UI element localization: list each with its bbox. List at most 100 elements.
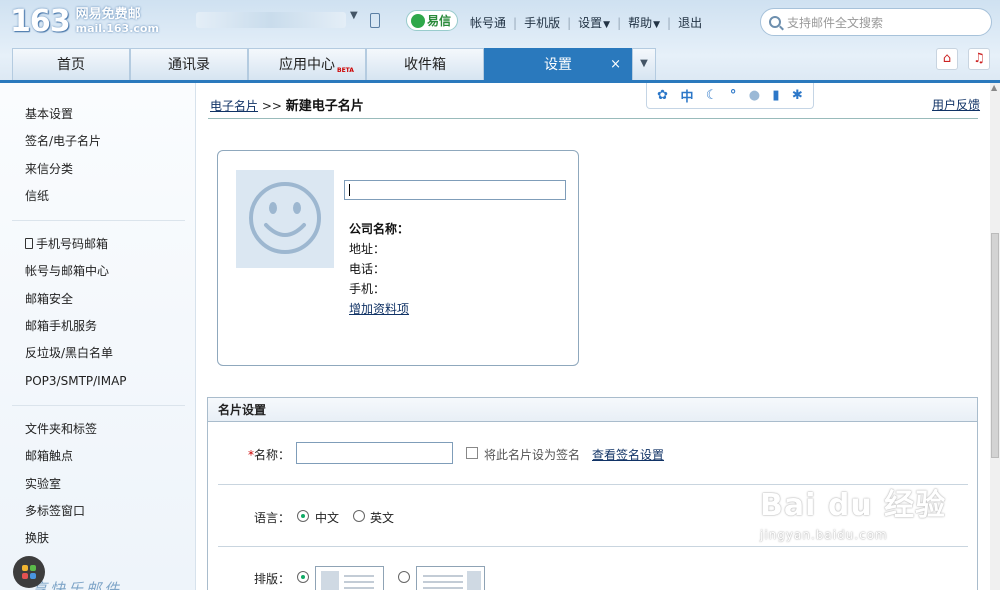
feedback-link[interactable]: 用户反馈 <box>932 96 980 113</box>
sidebar-item-security[interactable]: 邮箱安全 <box>25 286 195 313</box>
punctuation-icon[interactable]: ° <box>730 88 737 103</box>
sidebar-item-folders[interactable]: 文件夹和标签 <box>25 416 195 443</box>
close-icon[interactable]: × <box>610 49 621 81</box>
sidebar-slogan: 享快乐邮件 <box>32 580 123 590</box>
view-signature-settings-link[interactable]: 查看签名设置 <box>592 446 664 463</box>
card-preview: 公司名称： 地址： 电话： 手机： 增加资料项 <box>217 150 579 366</box>
link-logout[interactable]: 退出 <box>678 14 702 31</box>
smiley-icon <box>249 182 321 254</box>
lang-radio-english[interactable] <box>353 510 365 522</box>
lang-toggle[interactable]: 中 <box>680 86 693 105</box>
search-placeholder: 支持邮件全文搜索 <box>787 15 884 30</box>
mobile-label: 手机： <box>349 282 386 296</box>
tab-label: 首页 <box>57 57 85 73</box>
divider <box>12 220 185 222</box>
layout-radio-1[interactable] <box>297 571 309 583</box>
mobile-phone-icon[interactable] <box>370 13 380 28</box>
lang-option-chinese: 中文 <box>315 511 340 525</box>
thumb-line <box>344 581 374 583</box>
sidebar-item-touchpoints[interactable]: 邮箱触点 <box>25 443 195 470</box>
music-icon[interactable]: ♫ <box>968 48 990 70</box>
sidebar-item-basic-settings[interactable]: 基本设置 <box>25 101 195 128</box>
tab-label: 通讯录 <box>168 57 210 73</box>
moon-icon[interactable]: ☾ <box>706 88 718 103</box>
tab-home[interactable]: 首页 <box>12 48 130 80</box>
vertical-scrollbar[interactable]: ▲ <box>990 83 1000 590</box>
chevron-down-icon: ▼ <box>640 58 648 69</box>
reader-icon[interactable]: ⌂ <box>936 48 958 70</box>
sidebar-item-multitab[interactable]: 多标签窗口 <box>25 498 195 525</box>
paw-icon[interactable]: ✿ <box>657 88 668 103</box>
yixin-button[interactable]: 易信 <box>406 10 458 31</box>
thumb-block <box>321 571 339 590</box>
thumb-line <box>423 575 463 577</box>
set-as-signature-checkbox[interactable] <box>466 447 478 459</box>
logo[interactable]: 163 网易免费邮 mail.163.com <box>10 4 159 39</box>
chevron-down-icon: ▼ <box>603 20 611 30</box>
chevron-down-icon[interactable]: ▼ <box>350 10 358 21</box>
mic-icon[interactable]: ▮ <box>772 88 779 103</box>
breadcrumb-link-ecard[interactable]: 电子名片 <box>210 99 258 113</box>
search-icon <box>769 16 781 28</box>
layout-thumb-1[interactable] <box>315 566 384 590</box>
company-label: 公司名称： <box>349 222 410 236</box>
add-field-link[interactable]: 增加资料项 <box>349 302 409 316</box>
divider: | <box>617 15 622 30</box>
sidebar-group-account: 手机号码邮箱 帐号与邮箱中心 邮箱安全 邮箱手机服务 反垃圾/黑白名单 POP3… <box>0 231 195 395</box>
thumb-line <box>344 575 374 577</box>
account-name-blurred[interactable] <box>196 12 346 28</box>
logo-number: 163 <box>10 4 71 39</box>
user-icon[interactable]: ● <box>749 88 760 103</box>
divider: | <box>567 15 572 30</box>
layout-thumb-2[interactable] <box>416 566 485 590</box>
watermark-url: jingyan.baidu.com <box>760 528 888 542</box>
card-name-field[interactable] <box>344 180 566 200</box>
search-input[interactable]: 支持邮件全文搜索 <box>760 8 992 36</box>
settings-sidebar: 基本设置 签名/电子名片 来信分类 信纸 手机号码邮箱 帐号与邮箱中心 邮箱安全… <box>0 83 196 590</box>
sidebar-item-labs[interactable]: 实验室 <box>25 471 195 498</box>
sidebar-item-mail-rules[interactable]: 来信分类 <box>25 156 195 183</box>
tab-more-dropdown[interactable]: ▼ <box>632 48 656 80</box>
sidebar-item-mobile-mailbox[interactable]: 手机号码邮箱 <box>25 231 195 258</box>
divider <box>12 404 185 406</box>
tab-inbox[interactable]: 收件箱 <box>366 48 484 80</box>
sidebar-item-account-center[interactable]: 帐号与邮箱中心 <box>25 258 195 285</box>
sidebar-item-pop3[interactable]: POP3/SMTP/IMAP <box>25 368 195 395</box>
gear-icon[interactable]: ✱ <box>792 88 803 103</box>
app-launcher-button[interactable] <box>13 556 45 588</box>
language-label: 语言： <box>253 511 290 525</box>
link-account-pass[interactable]: 帐号通 <box>470 14 506 31</box>
layout-radio-2[interactable] <box>398 571 410 583</box>
link-mobile-version[interactable]: 手机版 <box>524 14 560 31</box>
scrollbar-thumb[interactable] <box>991 233 999 458</box>
tab-app-center[interactable]: 应用中心 BETA <box>248 48 366 80</box>
scroll-up-icon[interactable]: ▲ <box>991 83 999 95</box>
divider: | <box>513 15 518 30</box>
link-settings[interactable]: 设置▼ <box>578 14 610 31</box>
sidebar-item-stationery[interactable]: 信纸 <box>25 183 195 210</box>
sidebar-item-phone-service[interactable]: 邮箱手机服务 <box>25 313 195 340</box>
tab-settings[interactable]: 设置 × <box>484 48 632 80</box>
sidebar-item-antispam[interactable]: 反垃圾/黑白名单 <box>25 340 195 367</box>
link-settings-label: 设置 <box>578 16 603 30</box>
link-help[interactable]: 帮助▼ <box>628 14 660 31</box>
app-grid-icon <box>22 565 36 579</box>
tab-label: 设置 <box>544 57 572 73</box>
avatar[interactable] <box>236 170 334 268</box>
sidebar-item-label: 手机号码邮箱 <box>36 237 109 252</box>
breadcrumb: 电子名片 >> 新建电子名片 <box>210 95 364 114</box>
sidebar-group-other: 文件夹和标签 邮箱触点 实验室 多标签窗口 换肤 <box>0 416 195 552</box>
set-as-signature-label: 将此名片设为签名 <box>484 448 581 462</box>
yixin-icon <box>411 13 425 28</box>
thumb-block <box>467 571 481 590</box>
layout-label: 排版： <box>253 572 290 586</box>
thumb-line <box>423 587 463 589</box>
chevron-down-icon: ▼ <box>653 20 661 30</box>
divider <box>208 118 978 119</box>
lang-option-english: 英文 <box>370 511 395 525</box>
lang-radio-chinese[interactable] <box>297 510 309 522</box>
tab-contacts[interactable]: 通讯录 <box>130 48 248 80</box>
sidebar-item-signature[interactable]: 签名/电子名片 <box>25 128 195 155</box>
card-name-input[interactable] <box>296 442 453 464</box>
sidebar-item-skin[interactable]: 换肤 <box>25 525 195 552</box>
